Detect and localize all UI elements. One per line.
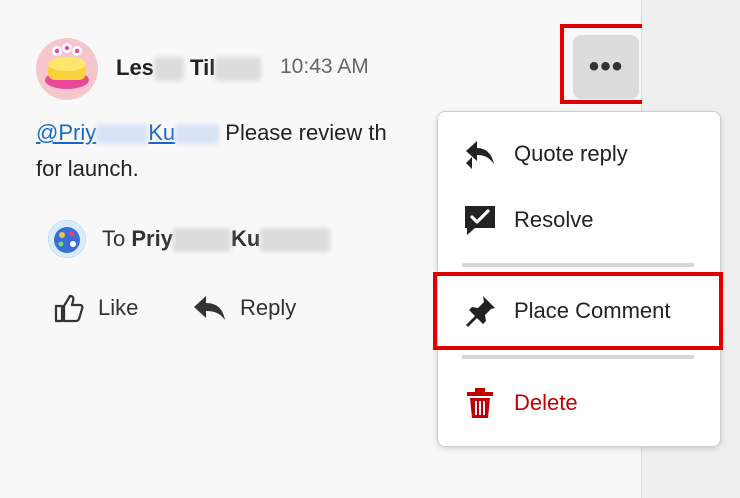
redaction-blur (215, 57, 262, 82)
reply-arrow-icon (194, 296, 225, 320)
menu-divider (462, 355, 694, 359)
redaction-blur (153, 57, 184, 82)
quote-reply-icon (462, 136, 498, 172)
author-first-name: Les (116, 55, 154, 80)
like-button[interactable]: Like (52, 288, 138, 328)
redaction-blur (175, 124, 220, 145)
highlight-box-place-comment (433, 272, 723, 350)
mention-link[interactable]: @Priy Ku (36, 120, 220, 145)
recipient-row: To Priy Ku (48, 219, 331, 259)
comment-text-line2: for launch. (36, 156, 139, 181)
reply-button[interactable]: Reply (192, 288, 296, 328)
menu-item-delete[interactable]: Delete (438, 377, 720, 429)
menu-item-label: Resolve (514, 207, 594, 232)
author-last-name: Til (190, 55, 216, 80)
recipient-avatar (48, 220, 86, 258)
comment-timestamp: 10:43 AM (280, 55, 369, 78)
recipient-first: Priy (131, 225, 173, 251)
to-label: To (102, 226, 126, 251)
mention-last: Ku (148, 120, 176, 145)
menu-item-label: Quote reply (514, 141, 628, 166)
redaction-blur (96, 124, 149, 145)
menu-item-resolve[interactable]: Resolve (438, 194, 720, 246)
menu-item-label: Delete (514, 390, 578, 415)
mention-first: @Priy (36, 120, 97, 145)
menu-item-quote-reply[interactable]: Quote reply (438, 128, 720, 180)
menu-divider (462, 263, 694, 267)
trash-icon (462, 385, 498, 421)
author-avatar (36, 38, 98, 100)
recipient-last: Ku (230, 225, 261, 251)
redaction-blur (260, 228, 331, 253)
redaction-blur (172, 228, 231, 253)
highlight-box-more (560, 24, 655, 104)
resolve-checkbox-icon (462, 202, 498, 238)
author-name: Les Til (116, 55, 262, 82)
recipient-name: Priy Ku (131, 225, 331, 253)
like-label: Like (98, 295, 139, 320)
thumbs-up-icon (54, 294, 84, 323)
comment-text: @Priy Ku Please review th for launch. (36, 115, 456, 187)
comment-text-line1: Please review th (219, 120, 387, 145)
reply-label: Reply (240, 295, 297, 320)
